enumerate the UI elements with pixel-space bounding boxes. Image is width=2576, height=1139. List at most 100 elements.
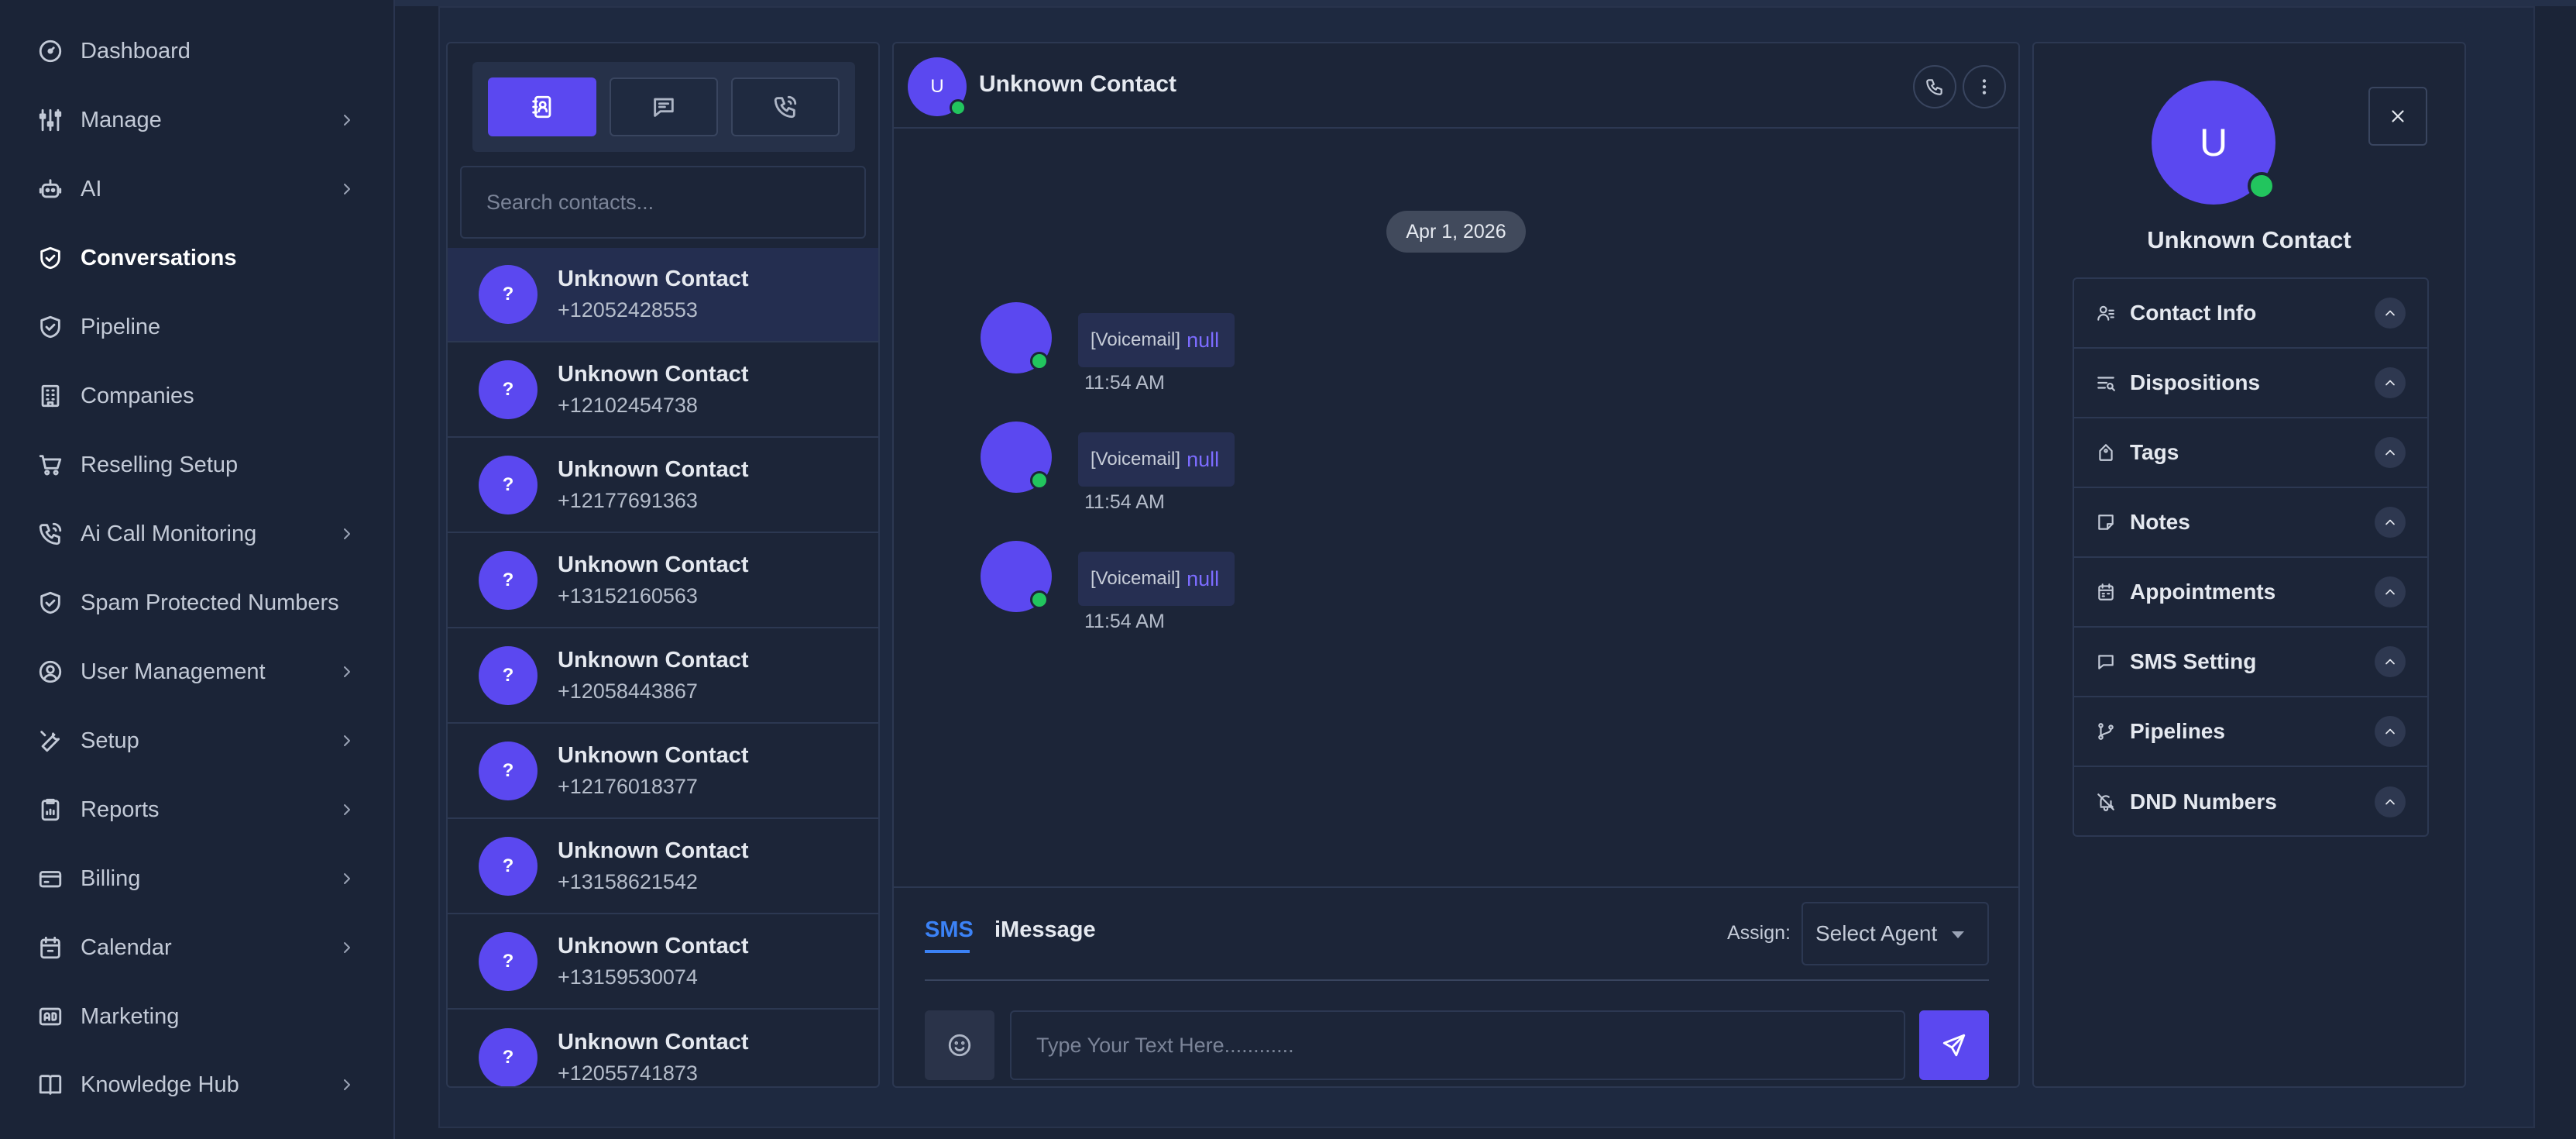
chevron-right-icon (344, 873, 350, 884)
avatar: ? (479, 360, 538, 419)
sidebar-item-label: Pipeline (81, 314, 161, 339)
contact-name: Unknown Contact (558, 552, 749, 577)
contact-list-item[interactable]: ? Unknown Contact +12102454738 (448, 343, 878, 438)
contact-list-item[interactable]: ? Unknown Contact +12058443867 (448, 629, 878, 724)
emoji-button[interactable] (925, 1010, 994, 1080)
section-label: Contact Info (2130, 301, 2257, 325)
calls-tab[interactable] (731, 77, 840, 136)
contact-list-item[interactable]: ? Unknown Contact +12052428553 (448, 248, 878, 342)
sidebar-item-label: Conversations (81, 245, 237, 270)
chevron-up-icon[interactable] (2375, 298, 2406, 329)
sidebar-item-ai[interactable]: AI (0, 158, 395, 220)
details-accordion: Contact Info Dispositions Tags Notes App… (2073, 277, 2429, 837)
sidebar-item-dashboard[interactable]: Dashboard (0, 20, 395, 82)
sidebar-item-label: User Management (81, 659, 266, 684)
message-content: null (1187, 447, 1220, 471)
date-divider: Apr 1, 2026 (1386, 211, 1526, 253)
contact-list-item[interactable]: ? Unknown Contact +13158621542 (448, 820, 878, 914)
tab-sms[interactable]: SMS (925, 917, 974, 953)
chevron-up-icon[interactable] (2375, 786, 2406, 817)
avatar: ? (479, 837, 538, 896)
sidebar-item-reselling-setup[interactable]: Reselling Setup (0, 434, 395, 496)
sidebar: Dashboard Manage AI Conversations Pipeli… (0, 0, 395, 1139)
contact-list-item[interactable]: ? Unknown Contact +13159530074 (448, 915, 878, 1010)
chevron-right-icon (344, 804, 350, 815)
contacts-tab-group (472, 62, 855, 152)
sidebar-item-label: Billing (81, 865, 141, 891)
contacts-tab[interactable] (488, 77, 596, 136)
section-dispositions[interactable]: Dispositions (2074, 349, 2427, 418)
sidebar-item-billing[interactable]: Billing (0, 848, 395, 910)
section-contact-info[interactable]: Contact Info (2074, 279, 2427, 349)
list-filter-icon (2097, 377, 2115, 391)
contact-phone: +13152160563 (558, 584, 698, 607)
credit-card-icon (39, 871, 62, 888)
sidebar-item-marketing[interactable]: Marketing (0, 986, 395, 1048)
chevron-right-icon (344, 735, 350, 746)
sidebar-item-manage[interactable]: Manage (0, 89, 395, 151)
message-type: [Voicemail] (1091, 449, 1181, 470)
section-label: Pipelines (2130, 719, 2225, 743)
send-button[interactable] (1919, 1010, 1989, 1080)
contact-name: Unknown Contact (558, 1030, 749, 1055)
sidebar-item-pipeline[interactable]: Pipeline (0, 296, 395, 358)
sidebar-item-companies[interactable]: Companies (0, 365, 395, 427)
section-appointments[interactable]: Appointments (2074, 558, 2427, 628)
section-notes[interactable]: Notes (2074, 488, 2427, 558)
chevron-up-icon[interactable] (2375, 716, 2406, 747)
sidebar-item-conversations[interactable]: Conversations (0, 227, 395, 289)
online-status-dot (2248, 172, 2275, 200)
contact-list-item[interactable]: ? Unknown Contact +12176018377 (448, 724, 878, 819)
messages-tab[interactable] (610, 77, 718, 136)
phone-icon (1926, 79, 1942, 95)
chat-header: U Unknown Contact (894, 43, 2018, 129)
contact-list-item[interactable]: ? Unknown Contact +12177691363 (448, 439, 878, 533)
section-tags[interactable]: Tags (2074, 418, 2427, 488)
contact-list-item[interactable]: ? Unknown Contact +12055741873 (448, 1010, 878, 1086)
message-bubble: [Voicemail] null (1078, 432, 1235, 487)
contact-list-item[interactable]: ? Unknown Contact +13152160563 (448, 534, 878, 628)
chevron-up-icon[interactable] (2375, 646, 2406, 677)
online-status-dot (950, 99, 967, 116)
section-sms-setting[interactable]: SMS Setting (2074, 628, 2427, 697)
message-input[interactable] (1010, 1010, 1905, 1080)
sidebar-item-ai-call-monitoring[interactable]: Ai Call Monitoring (0, 503, 395, 565)
branch-icon (2098, 723, 2114, 740)
section-pipelines[interactable]: Pipelines (2074, 697, 2427, 767)
message-time: 11:54 AM (1084, 491, 1165, 513)
shield-check-icon (40, 246, 60, 270)
chevron-right-icon (344, 528, 350, 539)
cart-icon (39, 455, 62, 476)
agent-select[interactable]: Select Agent (1801, 902, 1989, 965)
avatar: ? (479, 646, 538, 705)
sidebar-item-reports[interactable]: Reports (0, 779, 395, 841)
sliders-icon (39, 108, 62, 132)
avatar: ? (479, 1028, 538, 1086)
section-label: DND Numbers (2130, 790, 2277, 814)
sidebar-item-knowledge-hub[interactable]: Knowledge Hub (0, 1054, 395, 1116)
sidebar-item-label: Setup (81, 728, 139, 753)
chevron-up-icon[interactable] (2375, 507, 2406, 538)
search-contacts-input[interactable] (460, 166, 866, 239)
close-button[interactable] (2368, 87, 2427, 146)
contact-name: Unknown Contact (558, 838, 749, 863)
more-options-button[interactable] (1963, 65, 2006, 108)
tab-imessage[interactable]: iMessage (994, 917, 1096, 943)
sidebar-item-spam-protected-numbers[interactable]: Spam Protected Numbers (0, 572, 395, 634)
online-status-dot (1030, 590, 1049, 609)
sidebar-item-calendar[interactable]: Calendar (0, 917, 395, 979)
chevron-up-icon[interactable] (2375, 437, 2406, 468)
online-status-dot (1030, 352, 1049, 370)
chevron-up-icon[interactable] (2375, 367, 2406, 398)
sidebar-item-user-management[interactable]: User Management (0, 641, 395, 703)
contact-name: Unknown Contact (558, 743, 749, 768)
section-dnd-numbers[interactable]: DND Numbers (2074, 767, 2427, 837)
call-button[interactable] (1913, 65, 1956, 108)
sidebar-item-label: Dashboard (81, 38, 191, 64)
chevron-up-icon[interactable] (2375, 576, 2406, 607)
contact-phone: +13158621542 (558, 870, 698, 893)
sidebar-item-setup[interactable]: Setup (0, 710, 395, 772)
contact-name: Unknown Contact (2147, 226, 2351, 253)
contact-name: Unknown Contact (558, 934, 749, 958)
contact-name: Unknown Contact (558, 362, 749, 387)
